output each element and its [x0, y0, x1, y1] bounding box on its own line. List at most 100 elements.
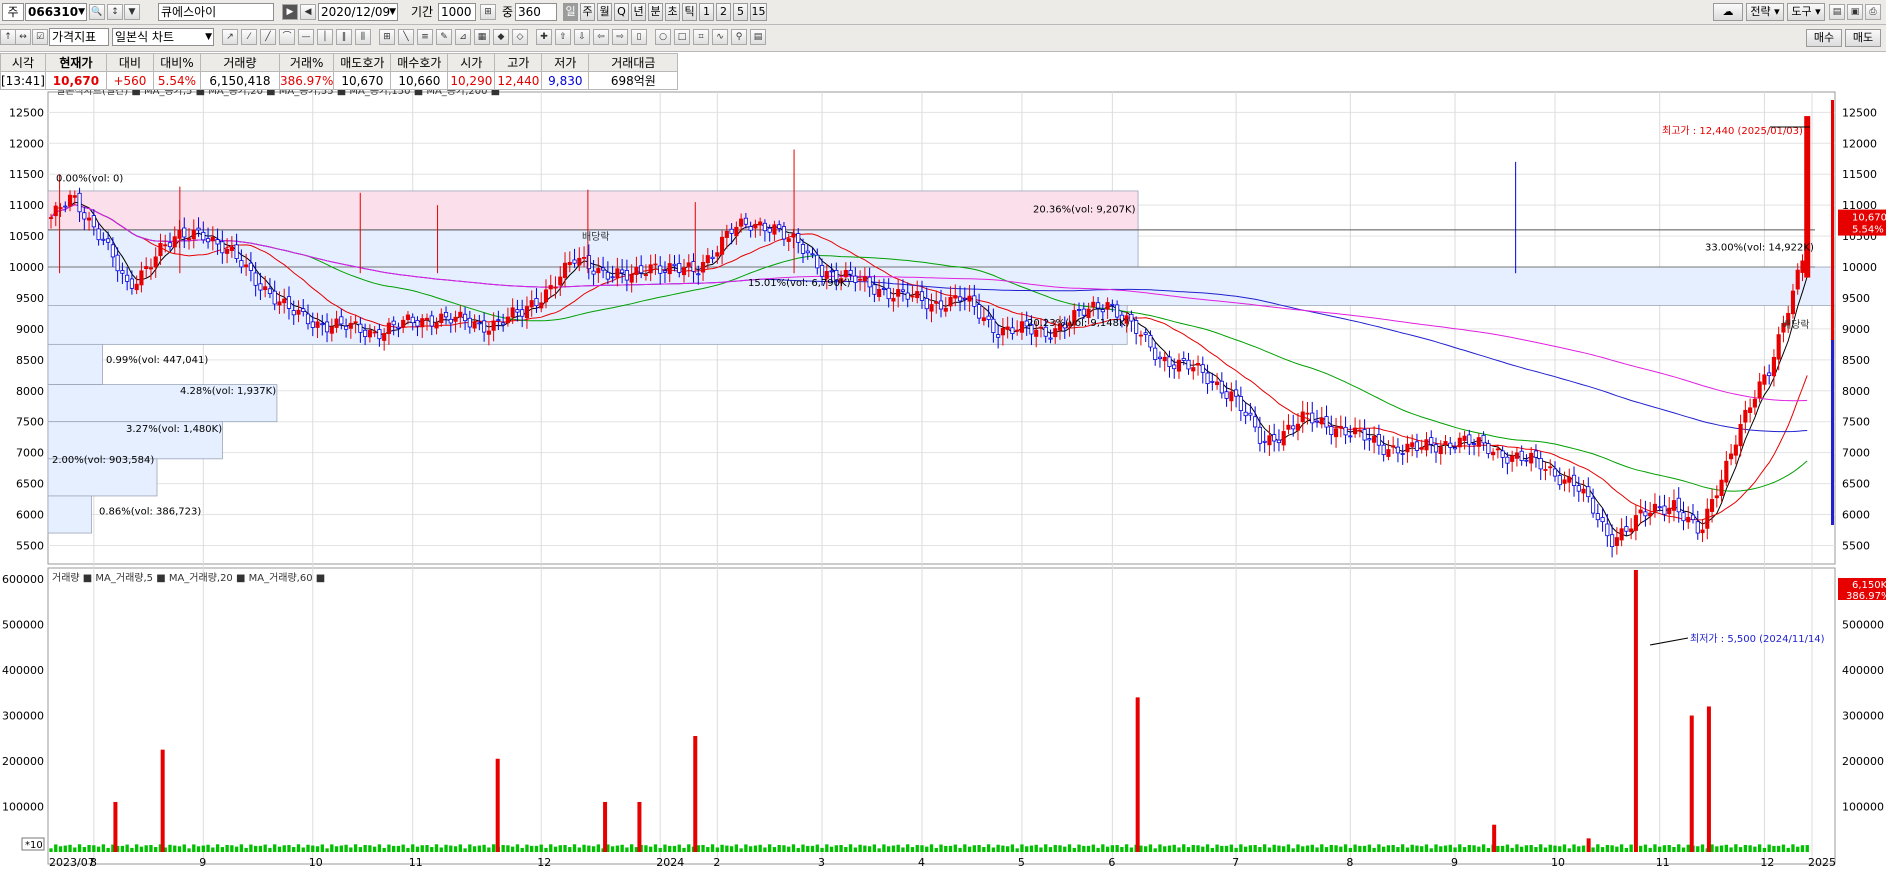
pattern-icon[interactable]: ▦ [474, 29, 490, 45]
volume-bar [539, 844, 543, 852]
volume-bar [92, 845, 96, 852]
candle-body [1229, 391, 1234, 402]
hline-icon[interactable]: — [298, 29, 314, 45]
candle-body [248, 262, 253, 271]
parallel-icon[interactable]: ‖ [336, 29, 352, 45]
timeframe-12-button[interactable]: 15 [750, 3, 767, 21]
sell-button[interactable]: 매도 [1845, 29, 1881, 47]
volume-bar [1158, 844, 1162, 852]
volume-bar [1277, 845, 1281, 852]
sort-icon[interactable]: ↕ [107, 4, 123, 20]
quote-header-6: 매도호가 [333, 53, 392, 72]
line-icon[interactable]: ⁄ [241, 29, 257, 45]
candle-body [201, 231, 206, 241]
fan-icon[interactable]: ╲ [398, 29, 414, 45]
candle-body [567, 261, 572, 266]
rect-icon[interactable]: ▯ [631, 29, 647, 45]
triangle-icon[interactable]: ⊿ [455, 29, 471, 45]
square-icon[interactable]: □ [674, 29, 690, 45]
arrow-left-icon[interactable]: ⇦ [593, 29, 609, 45]
volume-bar [1115, 844, 1119, 852]
folder-icon[interactable]: ▤ [1829, 4, 1845, 20]
stock-name-field[interactable]: 큐에스아이 [158, 3, 274, 21]
timeframe-11-button[interactable]: 5 [733, 3, 748, 21]
timeframe-2-button[interactable]: 주 [580, 3, 595, 21]
timeframe-5-button[interactable]: 년 [631, 3, 646, 21]
zoom-input[interactable]: 360 [515, 3, 557, 21]
volume-bar [1605, 844, 1610, 852]
arc-icon[interactable]: ⌒ [279, 29, 295, 45]
quote-value-4: 6,150,418 [199, 71, 280, 90]
arrow-diag-icon[interactable]: ↗ [222, 29, 238, 45]
hash-icon[interactable]: ⌗ [693, 29, 709, 45]
y-tick-right: 6000 [1842, 509, 1870, 522]
timeframe-8-button[interactable]: 틱 [682, 3, 697, 21]
diamond-icon[interactable]: ◆ [493, 29, 509, 45]
candle-body [139, 270, 144, 286]
timeframe-4-button[interactable]: Q [614, 3, 629, 21]
chart-type-select[interactable]: 일본식 차트 ▼ [112, 28, 214, 46]
magnet-icon[interactable]: ⚲ [731, 29, 747, 45]
timeframe-10-button[interactable]: 2 [716, 3, 731, 21]
candle-body [448, 318, 453, 324]
buy-button[interactable]: 매수 [1806, 29, 1842, 47]
volume-bar [1453, 847, 1457, 852]
arrow-right-icon[interactable]: ⇨ [612, 29, 628, 45]
circle-icon[interactable]: ○ [655, 29, 671, 45]
arrow-both-icon[interactable]: ↔ [15, 29, 31, 45]
volume-bar [1243, 846, 1248, 852]
timeframe-3-button[interactable]: 월 [597, 3, 612, 21]
wave-icon[interactable]: ∿ [712, 29, 728, 45]
y-tick-right: 12000 [1842, 137, 1877, 150]
y-tick-left: 9000 [16, 323, 44, 336]
indicator-select[interactable]: 가격지표 [49, 28, 109, 46]
save-icon[interactable]: ▣ [1847, 4, 1863, 20]
chevron-down-icon[interactable]: ▼ [124, 4, 140, 20]
candle-body [186, 238, 192, 240]
grid-icon[interactable]: ⊞ [379, 29, 395, 45]
play-forward-icon[interactable]: ▶ [282, 4, 298, 20]
cloud-icon[interactable]: ☁ [1713, 3, 1743, 21]
market-select[interactable]: 주 [2, 3, 24, 21]
timeframe-9-button[interactable]: 1 [699, 3, 714, 21]
candle-body [1667, 507, 1672, 515]
period-input[interactable]: 1000 [438, 3, 476, 21]
pencil-icon[interactable]: ✎ [436, 29, 452, 45]
volume-bar [1182, 844, 1186, 852]
fib-icon[interactable]: ≡ [417, 29, 433, 45]
period-label: 기간 [411, 5, 434, 19]
diamond-outline-icon[interactable]: ◇ [512, 29, 528, 45]
candle-body [315, 321, 320, 328]
timeframe-6-button[interactable]: 분 [648, 3, 663, 21]
stock-code-input[interactable]: 066310 ▼ [25, 3, 87, 21]
strategy-button[interactable]: 전략 ▾ [1746, 3, 1784, 21]
print-icon[interactable]: ⎙ [1865, 4, 1881, 20]
volume-bar [1515, 844, 1519, 852]
list-icon[interactable]: ▤ [750, 29, 766, 45]
settings-icon[interactable]: ☑ [32, 29, 48, 45]
timeframe-1-button[interactable]: 일 [563, 3, 578, 21]
arrow-up-icon[interactable]: ↑ [0, 29, 16, 45]
candle-body [1486, 443, 1491, 454]
volume-bar [1672, 847, 1676, 852]
trendline-icon[interactable]: ╱ [260, 29, 276, 45]
stock-chart[interactable]: 5500 55006000 60006500 65007000 70007500 7500… [0, 90, 1886, 869]
timeframe-7-button[interactable]: 초 [665, 3, 680, 21]
play-back-icon[interactable]: ◀ [300, 4, 316, 20]
vline-icon[interactable]: │ [317, 29, 333, 45]
tools-button[interactable]: 도구 ▾ [1787, 3, 1825, 21]
date-input[interactable]: 2020/12/09 ▼ [318, 3, 398, 21]
channel-icon[interactable]: ⫼ [355, 29, 371, 45]
candle-body [705, 255, 710, 264]
cross-icon[interactable]: ✚ [536, 29, 552, 45]
candle-body [601, 267, 606, 271]
arrow-down-icon[interactable]: ⇩ [574, 29, 590, 45]
volume-bar [1201, 846, 1205, 852]
candle-body [862, 276, 867, 282]
candle-body [1248, 412, 1253, 416]
arrow-up-icon[interactable]: ⇧ [555, 29, 571, 45]
quote-header-1: 현재가 [44, 53, 107, 72]
candle-body [643, 274, 648, 276]
grid-icon[interactable]: ⊞ [480, 4, 496, 20]
search-icon[interactable]: 🔍 [89, 4, 105, 20]
